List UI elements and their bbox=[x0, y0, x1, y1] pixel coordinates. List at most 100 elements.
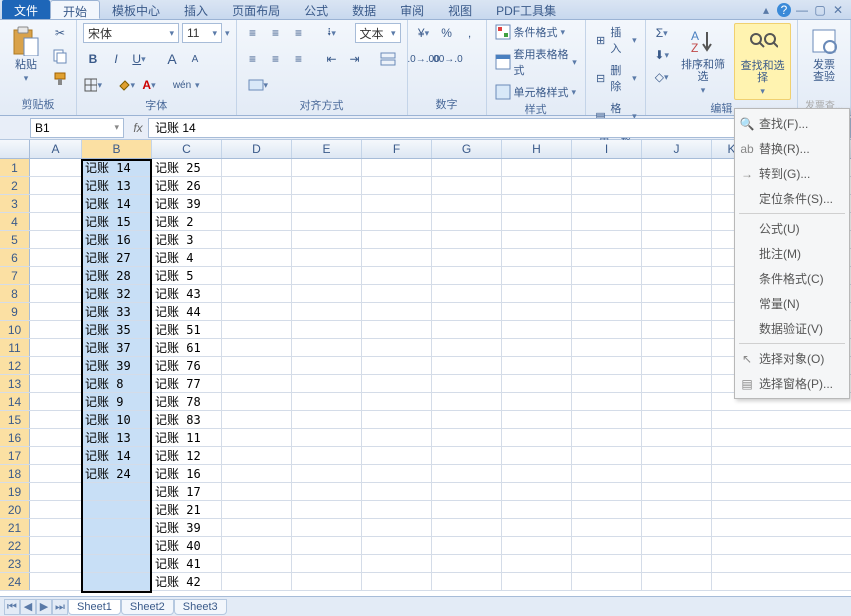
cell[interactable] bbox=[292, 447, 362, 464]
cell[interactable] bbox=[642, 501, 712, 518]
cell[interactable] bbox=[502, 213, 572, 230]
cell[interactable] bbox=[362, 483, 432, 500]
cell[interactable] bbox=[362, 573, 432, 590]
cell[interactable] bbox=[222, 231, 292, 248]
increase-indent-button[interactable]: ⇥ bbox=[345, 49, 365, 69]
cell[interactable]: 记账 40 bbox=[152, 537, 222, 554]
cell[interactable]: 记账 28 bbox=[82, 267, 152, 284]
align-right-button[interactable]: ≡ bbox=[289, 49, 309, 69]
cell[interactable] bbox=[362, 321, 432, 338]
row-header[interactable]: 15 bbox=[0, 411, 30, 428]
cell[interactable]: 记账 32 bbox=[82, 285, 152, 302]
cell[interactable] bbox=[572, 573, 642, 590]
cell[interactable] bbox=[292, 195, 362, 212]
cell[interactable] bbox=[222, 429, 292, 446]
align-bottom-button[interactable]: ≡ bbox=[289, 23, 309, 43]
cell[interactable] bbox=[292, 483, 362, 500]
row-header[interactable]: 12 bbox=[0, 357, 30, 374]
cell[interactable] bbox=[222, 483, 292, 500]
cell[interactable] bbox=[30, 231, 82, 248]
cell[interactable] bbox=[362, 285, 432, 302]
cell[interactable] bbox=[292, 375, 362, 392]
cell[interactable]: 记账 39 bbox=[82, 357, 152, 374]
cell[interactable] bbox=[222, 321, 292, 338]
cell[interactable] bbox=[572, 447, 642, 464]
row-header[interactable]: 23 bbox=[0, 555, 30, 572]
cell[interactable]: 记账 21 bbox=[152, 501, 222, 518]
cell[interactable] bbox=[362, 555, 432, 572]
help-icon[interactable]: ? bbox=[777, 3, 791, 17]
cell[interactable] bbox=[222, 267, 292, 284]
cell[interactable] bbox=[292, 231, 362, 248]
sort-filter-button[interactable]: AZ 排序和筛选 ▾ bbox=[676, 23, 731, 100]
menu-constants[interactable]: 常量(N) bbox=[735, 291, 849, 316]
cell[interactable] bbox=[502, 303, 572, 320]
cell[interactable]: 记账 33 bbox=[82, 303, 152, 320]
menu-find[interactable]: 🔍查找(F)... bbox=[735, 111, 849, 136]
cell[interactable] bbox=[362, 519, 432, 536]
cell[interactable] bbox=[432, 519, 502, 536]
cell[interactable]: 记账 35 bbox=[82, 321, 152, 338]
cell[interactable]: 记账 41 bbox=[152, 555, 222, 572]
cell[interactable] bbox=[362, 303, 432, 320]
cell[interactable] bbox=[292, 537, 362, 554]
cell[interactable] bbox=[30, 573, 82, 590]
cell[interactable] bbox=[292, 249, 362, 266]
cell[interactable] bbox=[292, 177, 362, 194]
cell[interactable] bbox=[502, 447, 572, 464]
cell[interactable] bbox=[362, 393, 432, 410]
cell[interactable] bbox=[222, 339, 292, 356]
cell[interactable] bbox=[572, 285, 642, 302]
cell[interactable] bbox=[572, 321, 642, 338]
cell[interactable]: 记账 51 bbox=[152, 321, 222, 338]
cell[interactable] bbox=[30, 393, 82, 410]
cell[interactable]: 记账 13 bbox=[82, 177, 152, 194]
select-all-corner[interactable] bbox=[0, 140, 30, 158]
underline-button[interactable]: U▾ bbox=[129, 49, 149, 69]
cell[interactable] bbox=[572, 267, 642, 284]
cell[interactable] bbox=[292, 465, 362, 482]
column-header-I[interactable]: I bbox=[572, 140, 642, 158]
cell[interactable] bbox=[642, 393, 712, 410]
cell[interactable] bbox=[572, 177, 642, 194]
cell[interactable]: 记账 2 bbox=[152, 213, 222, 230]
column-header-J[interactable]: J bbox=[642, 140, 712, 158]
cell[interactable] bbox=[30, 285, 82, 302]
row-header[interactable]: 8 bbox=[0, 285, 30, 302]
cell[interactable]: 记账 42 bbox=[152, 573, 222, 590]
cell[interactable] bbox=[30, 267, 82, 284]
menu-comments[interactable]: 批注(M) bbox=[735, 241, 849, 266]
cell[interactable] bbox=[572, 429, 642, 446]
percent-button[interactable]: % bbox=[437, 23, 457, 43]
tab-page-layout[interactable]: 页面布局 bbox=[220, 0, 292, 19]
cell[interactable] bbox=[642, 267, 712, 284]
align-middle-button[interactable]: ≡ bbox=[266, 23, 286, 43]
cell[interactable]: 记账 26 bbox=[152, 177, 222, 194]
menu-goto[interactable]: →转到(G)... bbox=[735, 161, 849, 186]
invoice-check-button[interactable]: 发票 查验 bbox=[804, 23, 844, 85]
cell[interactable] bbox=[432, 375, 502, 392]
cell[interactable] bbox=[362, 177, 432, 194]
row-header[interactable]: 16 bbox=[0, 429, 30, 446]
cell[interactable] bbox=[572, 159, 642, 176]
text-direction-combo[interactable]: 文本▾ bbox=[355, 23, 401, 43]
row-header[interactable]: 9 bbox=[0, 303, 30, 320]
cell[interactable] bbox=[642, 177, 712, 194]
cell[interactable] bbox=[292, 159, 362, 176]
cell[interactable] bbox=[432, 555, 502, 572]
cell[interactable] bbox=[30, 321, 82, 338]
cell[interactable] bbox=[362, 213, 432, 230]
cell[interactable] bbox=[572, 411, 642, 428]
row-header[interactable]: 14 bbox=[0, 393, 30, 410]
cell[interactable]: 记账 24 bbox=[82, 465, 152, 482]
cell[interactable]: 记账 14 bbox=[82, 195, 152, 212]
cell[interactable] bbox=[222, 573, 292, 590]
currency-button[interactable]: ¥▾ bbox=[414, 23, 434, 43]
cell[interactable] bbox=[502, 573, 572, 590]
cell[interactable] bbox=[222, 303, 292, 320]
sheet-nav-first[interactable]: ⏮ bbox=[4, 599, 20, 615]
insert-cells-button[interactable]: ⊞插入 ▾ bbox=[592, 23, 639, 57]
cell[interactable] bbox=[572, 195, 642, 212]
cell[interactable] bbox=[502, 465, 572, 482]
cell[interactable]: 记账 15 bbox=[82, 213, 152, 230]
